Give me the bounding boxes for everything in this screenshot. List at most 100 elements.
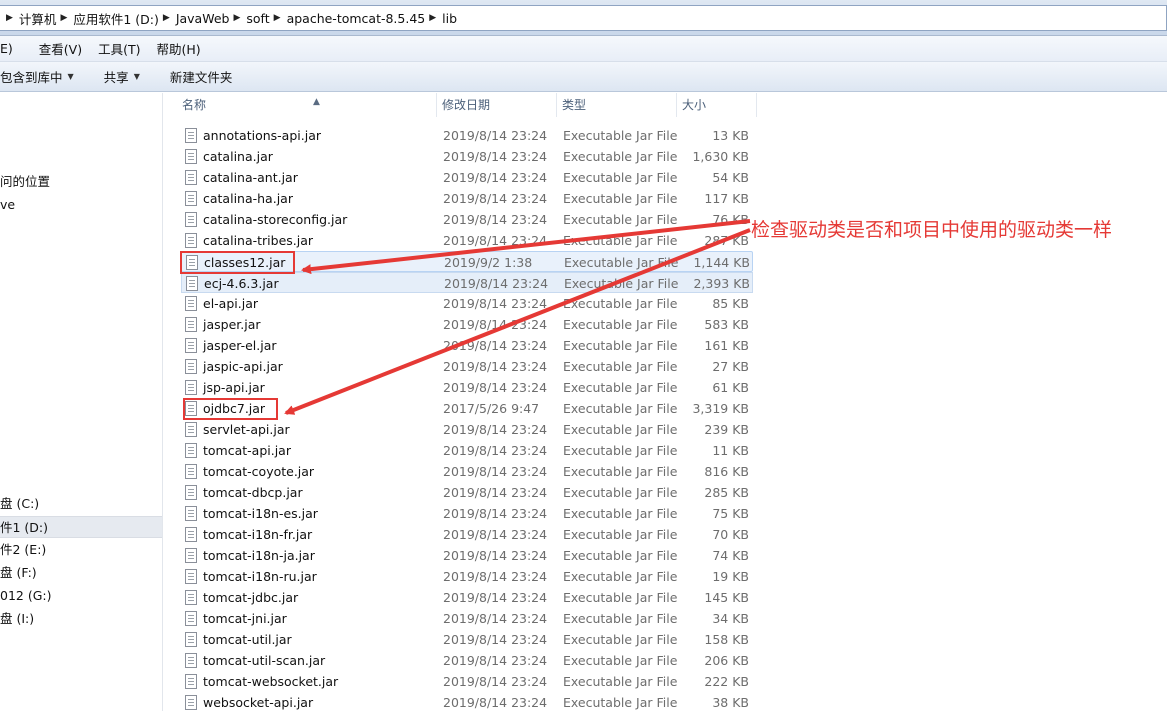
breadcrumb-item[interactable]: ▶ lib: [425, 6, 457, 30]
file-date: 2019/8/14 23:24: [443, 611, 548, 626]
column-date[interactable]: 修改日期: [437, 93, 557, 117]
breadcrumb-label[interactable]: 应用软件1 (D:): [73, 9, 159, 28]
breadcrumb-item[interactable]: ▶ apache-tomcat-8.5.45: [270, 6, 426, 30]
breadcrumb-label[interactable]: soft: [246, 11, 269, 26]
breadcrumb-label[interactable]: 计算机: [19, 9, 57, 28]
column-size[interactable]: 大小: [677, 93, 757, 117]
address-bar: ▶ 计算机 ▶ 应用软件1 (D:) ▶ JavaWeb ▶ soft ▶ ap…: [0, 0, 1167, 36]
file-type: Executable Jar File: [563, 674, 678, 689]
file-size: 1,630 KB: [692, 149, 749, 164]
file-name: el-api.jar: [203, 296, 258, 311]
file-size: 70 KB: [712, 527, 749, 542]
file-size: 206 KB: [704, 653, 749, 668]
file-name: jsp-api.jar: [203, 380, 265, 395]
file-row[interactable]: catalina-tribes.jar 2019/8/14 23:24 Execut…: [181, 230, 753, 251]
menu-edit[interactable]: E): [0, 41, 13, 56]
file-row[interactable]: tomcat-i18n-es.jar 2019/8/14 23:24 Executa…: [181, 503, 753, 524]
file-row[interactable]: websocket-api.jar 2019/8/14 23:24 Executab…: [181, 692, 753, 713]
breadcrumb[interactable]: ▶ 计算机 ▶ 应用软件1 (D:) ▶ JavaWeb ▶ soft ▶ ap…: [0, 5, 1167, 31]
file-name: tomcat-api.jar: [203, 443, 291, 458]
file-row[interactable]: classes12.jar 2019/9/2 1:38 Executable Jar…: [181, 251, 753, 272]
chevron-right-icon[interactable]: ▶: [233, 13, 240, 23]
share-button[interactable]: 共享 ▼: [104, 67, 140, 86]
column-type[interactable]: 类型: [557, 93, 677, 117]
breadcrumb-label[interactable]: lib: [442, 11, 457, 26]
column-type-label: 类型: [562, 98, 587, 112]
file-row[interactable]: tomcat-i18n-fr.jar 2019/8/14 23:24 Executa…: [181, 524, 753, 545]
new-folder-button[interactable]: 新建文件夹: [170, 67, 233, 86]
breadcrumb-label[interactable]: apache-tomcat-8.5.45: [287, 11, 426, 26]
file-row[interactable]: catalina-storeconfig.jar 2019/8/14 23:24 E…: [181, 209, 753, 230]
file-row[interactable]: annotations-api.jar 2019/8/14 23:24 Execut…: [181, 125, 753, 146]
file-row[interactable]: tomcat-util.jar 2019/8/14 23:24 Executable…: [181, 629, 753, 650]
file-row[interactable]: tomcat-websocket.jar 2019/8/14 23:24 Execu…: [181, 671, 753, 692]
file-size: 38 KB: [712, 695, 749, 710]
file-type: Executable Jar File: [563, 590, 678, 605]
file-row[interactable]: ecj-4.6.3.jar 2019/8/14 23:24 Executable J…: [181, 272, 753, 293]
breadcrumb-item[interactable]: ▶ JavaWeb: [159, 6, 230, 30]
file-type: Executable Jar File: [563, 695, 678, 710]
file-row[interactable]: ojdbc7.jar 2017/5/26 9:47 Executable Jar F…: [181, 398, 753, 419]
nav-drive-c[interactable]: 盘 (C:): [0, 493, 162, 515]
file-date: 2019/8/14 23:24: [443, 233, 548, 248]
file-row[interactable]: jsp-api.jar 2019/8/14 23:24 Executable Jar…: [181, 377, 753, 398]
breadcrumb-label[interactable]: JavaWeb: [176, 11, 230, 26]
file-name: catalina-storeconfig.jar: [203, 212, 348, 227]
file-row[interactable]: tomcat-api.jar 2019/8/14 23:24 Executable …: [181, 440, 753, 461]
file-name: tomcat-i18n-ru.jar: [203, 569, 317, 584]
file-row[interactable]: tomcat-i18n-ja.jar 2019/8/14 23:24 Executa…: [181, 545, 753, 566]
nav-drive-f[interactable]: 盘 (F:): [0, 562, 162, 584]
file-name: tomcat-util-scan.jar: [203, 653, 326, 668]
file-type: Executable Jar File: [563, 212, 678, 227]
nav-drive-i[interactable]: 盘 (I:): [0, 608, 162, 630]
chevron-right-icon[interactable]: ▶: [163, 13, 170, 23]
file-row[interactable]: servlet-api.jar 2019/8/14 23:24 Executable…: [181, 419, 753, 440]
chevron-right-icon[interactable]: ▶: [60, 13, 67, 23]
breadcrumb-item[interactable]: ▶ 应用软件1 (D:): [56, 6, 158, 30]
menu-help[interactable]: 帮助(H): [156, 39, 200, 58]
file-row[interactable]: jasper-el.jar 2019/8/14 23:24 Executable J…: [181, 335, 753, 356]
file-name: tomcat-websocket.jar: [203, 674, 339, 689]
file-date: 2019/8/14 23:24: [443, 170, 548, 185]
file-size: 61 KB: [712, 380, 749, 395]
file-row[interactable]: tomcat-jdbc.jar 2019/8/14 23:24 Executable…: [181, 587, 753, 608]
file-type: Executable Jar File: [563, 149, 678, 164]
file-row[interactable]: catalina-ha.jar 2019/8/14 23:24 Executable…: [181, 188, 753, 209]
file-row[interactable]: catalina-ant.jar 2019/8/14 23:24 Executabl…: [181, 167, 753, 188]
file-row[interactable]: tomcat-i18n-ru.jar 2019/8/14 23:24 Executa…: [181, 566, 753, 587]
file-row[interactable]: el-api.jar 2019/8/14 23:24 Executable Jar …: [181, 293, 753, 314]
file-date: 2019/8/14 23:24: [443, 506, 548, 521]
column-date-label: 修改日期: [442, 98, 491, 112]
file-name: tomcat-i18n-es.jar: [203, 506, 318, 521]
chevron-right-icon[interactable]: ▶: [6, 13, 13, 23]
jar-file-icon: [185, 674, 197, 689]
file-row[interactable]: catalina.jar 2019/8/14 23:24 Executable Ja…: [181, 146, 753, 167]
column-name[interactable]: 名称 ▲: [177, 93, 437, 117]
chevron-right-icon[interactable]: ▶: [274, 13, 281, 23]
file-row[interactable]: jasper.jar 2019/8/14 23:24 Executable Jar …: [181, 314, 753, 335]
file-row[interactable]: tomcat-jni.jar 2019/8/14 23:24 Executable …: [181, 608, 753, 629]
include-in-library-button[interactable]: 包含到库中 ▼: [0, 67, 74, 86]
file-name: jasper-el.jar: [203, 338, 277, 353]
nav-drive-e[interactable]: 件2 (E:): [0, 539, 162, 561]
file-row[interactable]: jaspic-api.jar 2019/8/14 23:24 Executable …: [181, 356, 753, 377]
file-size: 75 KB: [712, 506, 749, 521]
menu-tools[interactable]: 工具(T): [98, 39, 140, 58]
file-date: 2019/8/14 23:24: [443, 296, 548, 311]
file-type: Executable Jar File: [563, 317, 678, 332]
file-row[interactable]: tomcat-dbcp.jar 2019/8/14 23:24 Executable…: [181, 482, 753, 503]
file-date: 2019/8/14 23:24: [443, 128, 548, 143]
file-date: 2019/8/14 23:24: [443, 695, 548, 710]
file-type: Executable Jar File: [563, 170, 678, 185]
file-row[interactable]: tomcat-util-scan.jar 2019/8/14 23:24 Execu…: [181, 650, 753, 671]
menu-view[interactable]: 查看(V): [39, 39, 82, 58]
nav-onedrive[interactable]: ve: [0, 194, 162, 216]
nav-drive-g[interactable]: 012 (G:): [0, 585, 162, 607]
file-date: 2019/8/14 23:24: [443, 149, 548, 164]
breadcrumb-item[interactable]: ▶ soft: [229, 6, 269, 30]
nav-drive-d[interactable]: 件1 (D:): [0, 516, 162, 538]
breadcrumb-item[interactable]: ▶ 计算机: [2, 6, 56, 30]
chevron-right-icon[interactable]: ▶: [429, 13, 436, 23]
nav-recent-places[interactable]: 问的位置: [0, 171, 162, 193]
file-row[interactable]: tomcat-coyote.jar 2019/8/14 23:24 Executab…: [181, 461, 753, 482]
